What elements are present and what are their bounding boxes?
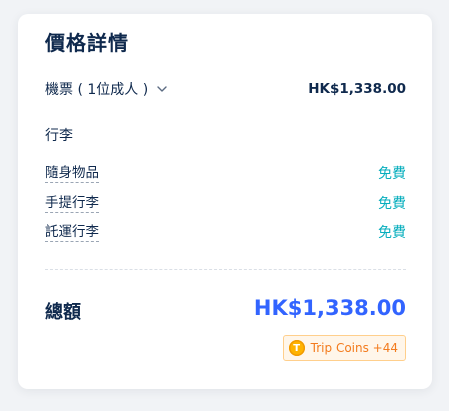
ticket-price: HK$1,338.00 (308, 81, 406, 97)
trip-coins-text: Trip Coins +44 (310, 341, 398, 355)
baggage-row-personal-item: 隨身物品 免費 (45, 162, 406, 184)
baggage-name[interactable]: 託運行李 (45, 223, 99, 242)
ticket-label: 機票 ( 1位成人 ) (45, 82, 149, 98)
divider (45, 269, 406, 270)
baggage-value: 免費 (378, 166, 406, 182)
baggage-name[interactable]: 手提行李 (45, 194, 99, 213)
ticket-label-wrap[interactable]: 機票 ( 1位成人 ) (45, 79, 168, 99)
chevron-down-icon[interactable] (156, 83, 168, 95)
price-details-card: 價格詳情 機票 ( 1位成人 ) HK$1,338.00 行李 隨身物品 免費 … (18, 14, 432, 389)
total-price: HK$1,338.00 (253, 296, 406, 320)
baggage-row-carry-on: 手提行李 免費 (45, 192, 406, 214)
baggage-row-checked: 託運行李 免費 (45, 221, 406, 243)
baggage-name[interactable]: 隨身物品 (45, 164, 99, 183)
total-label: 總額 (45, 302, 81, 323)
ticket-price-row[interactable]: 機票 ( 1位成人 ) HK$1,338.00 (45, 77, 406, 101)
baggage-title: 行李 (45, 128, 73, 144)
page-title: 價格詳情 (45, 31, 129, 55)
trip-coin-icon: T (288, 340, 305, 356)
baggage-value: 免費 (378, 196, 406, 212)
trip-coins-badge: T Trip Coins +44 (282, 335, 406, 361)
baggage-value: 免費 (378, 225, 406, 241)
